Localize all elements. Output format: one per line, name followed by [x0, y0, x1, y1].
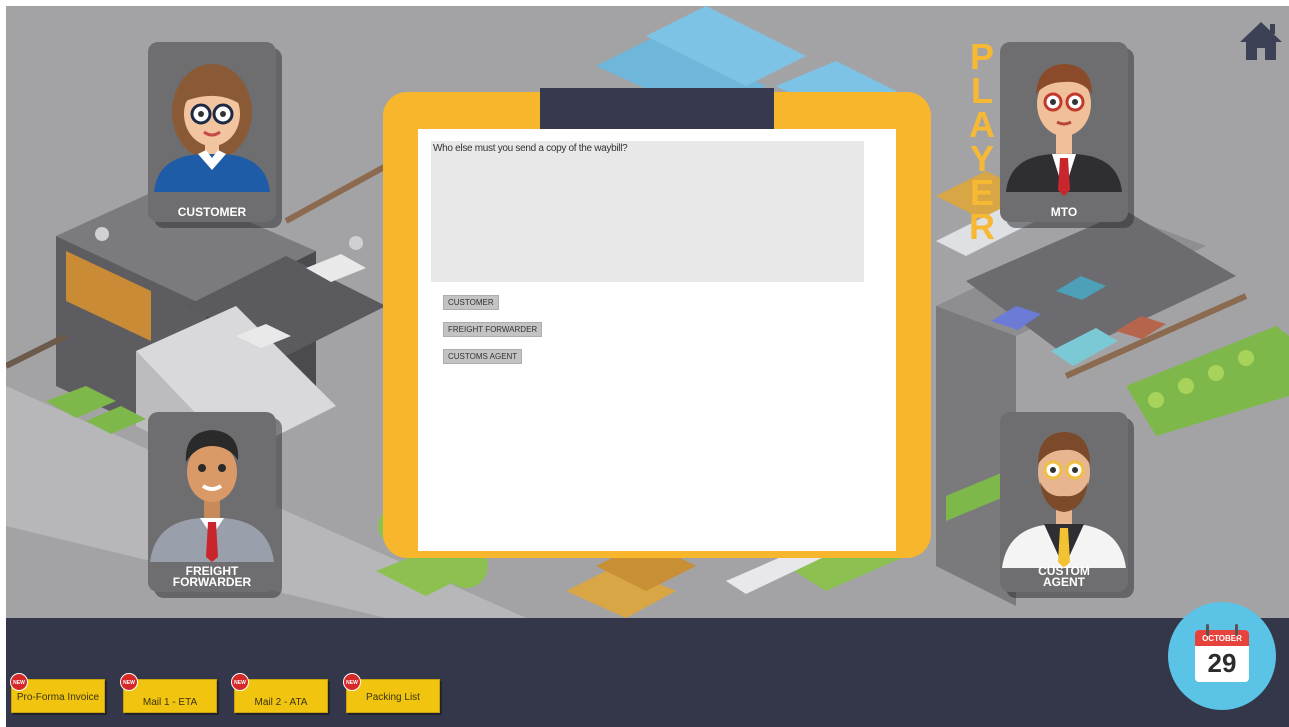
- player-letter: Y: [969, 138, 994, 179]
- mto-name: MTO: [1050, 205, 1078, 219]
- calendar-day: 29: [1207, 648, 1237, 678]
- player-letter: A: [969, 104, 995, 145]
- new-badge-icon: NEW: [231, 673, 249, 691]
- player-letter: L: [971, 70, 993, 111]
- calendar-ring-icon: [1206, 624, 1209, 636]
- answer-customer-button[interactable]: CUSTOMER: [443, 295, 499, 310]
- answer-freight-forwarder-button[interactable]: FREIGHT FORWARDER: [443, 322, 543, 337]
- question-box: [431, 141, 864, 282]
- player-letter: P: [969, 36, 994, 77]
- new-badge-icon: NEW: [343, 673, 361, 691]
- doc-button-label: Pro-Forma Invoice: [16, 692, 100, 703]
- answer-customs-agent-button[interactable]: CUSTOMS AGENT: [443, 349, 523, 364]
- doc-button-label: Mail 2 - ATA: [254, 697, 308, 708]
- home-button[interactable]: [1238, 18, 1284, 64]
- mto-card[interactable]: MTO: [1000, 42, 1128, 222]
- doc-button-label: Mail 1 - ETA: [142, 697, 198, 708]
- player-label: P L A Y E R: [967, 36, 997, 247]
- custom-agent-name: CUSTOM AGENT: [1038, 564, 1090, 589]
- new-badge-icon: NEW: [120, 673, 138, 691]
- calendar-icon: OCTOBER 29: [1195, 630, 1249, 682]
- custom-agent-card[interactable]: CUSTOM AGENT: [1000, 412, 1128, 592]
- calendar-ring-icon: [1235, 624, 1238, 636]
- customer-name: CUSTOMER: [177, 205, 247, 219]
- calendar-month: OCTOBER: [1195, 630, 1249, 646]
- doc-button-label: Packing List: [366, 692, 420, 703]
- freight-forwarder-card[interactable]: FREIGHT FORWARDER: [148, 412, 276, 592]
- question-text: Who else must you send a copy of the way…: [433, 143, 628, 154]
- freight-forwarder-name: FREIGHT FORWARDER: [172, 564, 252, 589]
- customer-avatar: [154, 64, 270, 192]
- home-icon: [1240, 22, 1282, 60]
- mto-avatar: [1006, 64, 1122, 196]
- customer-card[interactable]: CUSTOMER: [148, 42, 276, 222]
- new-badge-icon: NEW: [10, 673, 28, 691]
- player-letter: E: [969, 172, 994, 213]
- player-letter: R: [969, 206, 995, 247]
- calendar-button[interactable]: OCTOBER 29: [1168, 602, 1276, 710]
